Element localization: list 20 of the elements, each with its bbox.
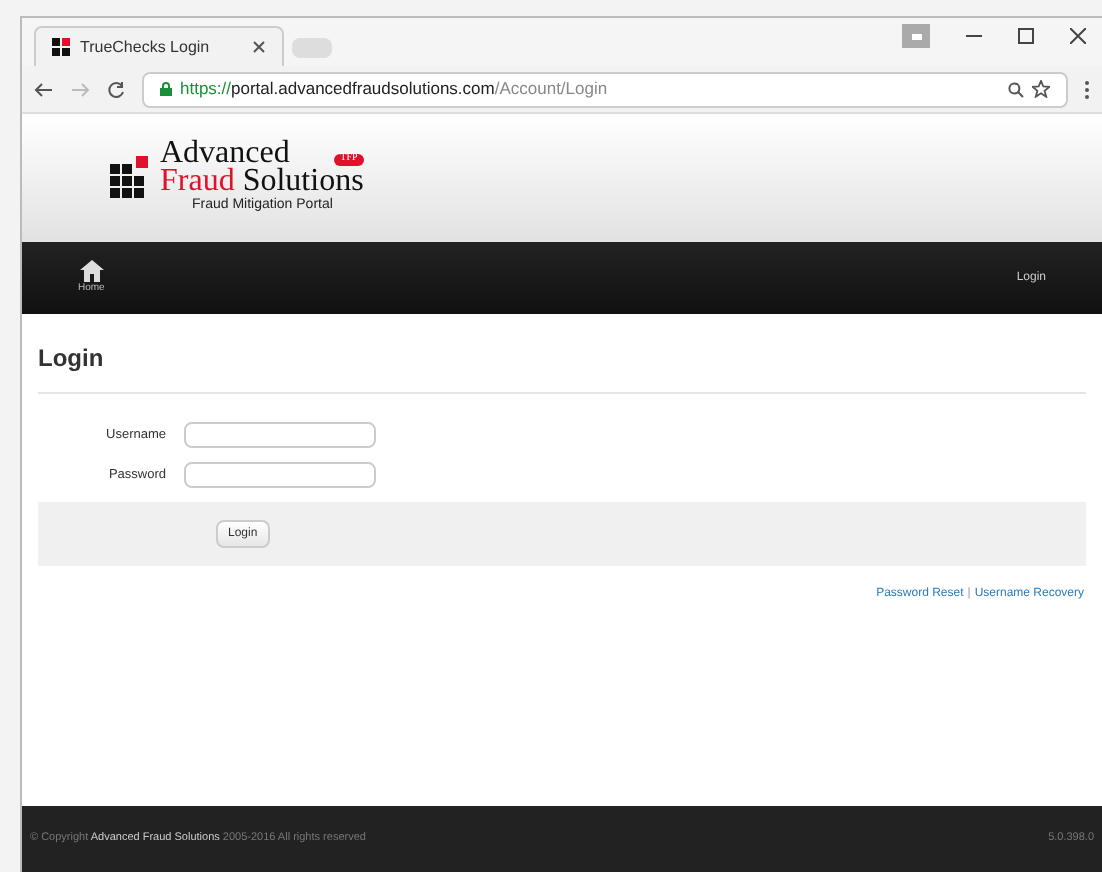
search-icon[interactable] <box>1008 81 1024 97</box>
page-title: Login <box>38 314 1086 394</box>
logo-text: Fraud Solutions <box>160 168 364 196</box>
url-text: https://portal.advancedfraudsolutions.com/Account/Login <box>180 76 608 102</box>
back-icon[interactable] <box>34 79 54 99</box>
grid-icon <box>52 37 72 57</box>
maximize-icon[interactable] <box>1018 28 1034 44</box>
browser-tab[interactable]: TrueChecks Login <box>34 26 284 66</box>
close-icon[interactable] <box>252 40 266 54</box>
input-field[interactable] <box>184 422 376 448</box>
address-bar[interactable]: https://portal.advancedfraudsolutions.com/Account/Login <box>142 71 1068 107</box>
logo-icon <box>110 156 154 200</box>
close-icon[interactable] <box>1070 28 1086 44</box>
lock-icon <box>160 82 172 96</box>
input-field[interactable] <box>184 462 376 488</box>
menu-icon[interactable] <box>1084 79 1090 99</box>
logo-text: Advanced <box>160 140 290 168</box>
star-icon[interactable] <box>1032 80 1050 98</box>
reload-icon[interactable] <box>106 79 126 99</box>
home-icon <box>79 259 104 282</box>
